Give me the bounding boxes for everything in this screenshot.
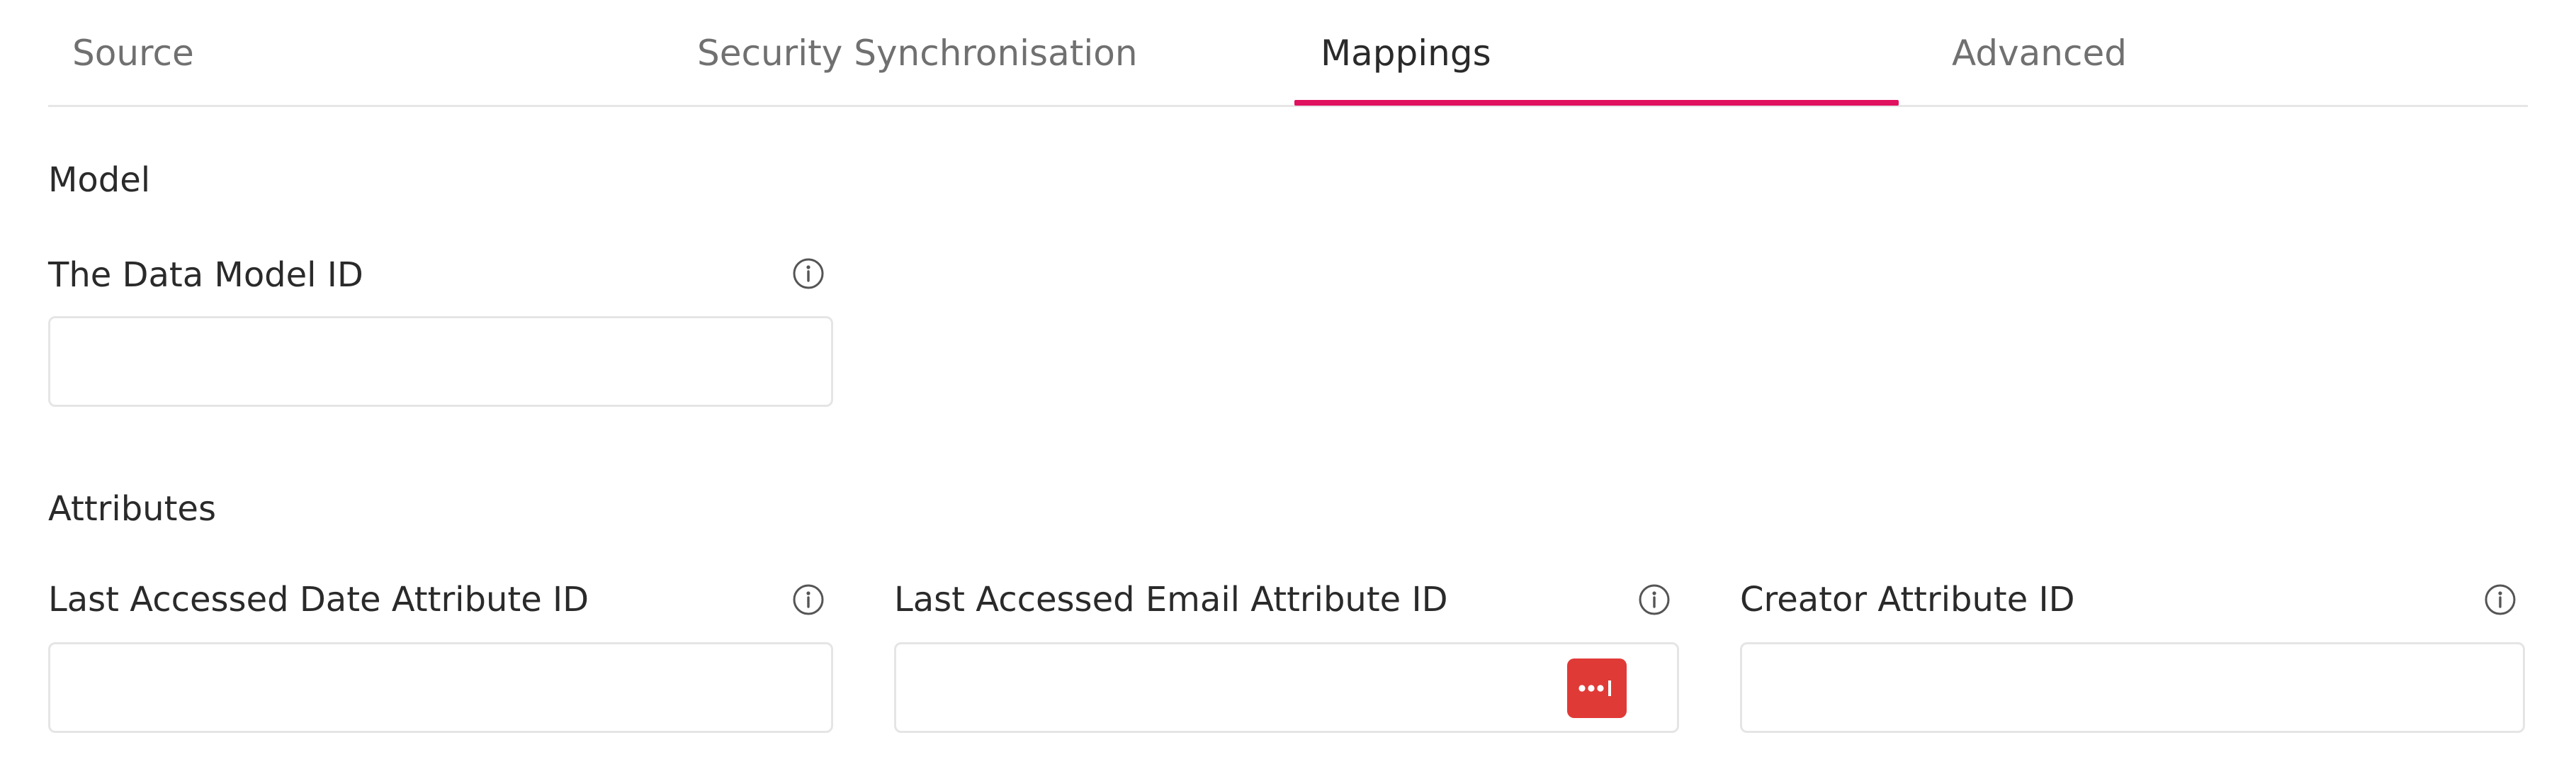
info-icon[interactable] — [792, 583, 825, 616]
info-icon[interactable] — [1638, 583, 1671, 616]
creator-attribute-label: Creator Attribute ID — [1740, 580, 2075, 620]
tab-mappings[interactable]: Mappings — [1321, 28, 1491, 78]
info-icon[interactable] — [2484, 583, 2516, 616]
settings-page: Source Security Synchronisation Mappings… — [0, 0, 2576, 779]
password-manager-icon[interactable] — [1567, 658, 1627, 718]
last-accessed-date-label: Last Accessed Date Attribute ID — [48, 580, 589, 620]
info-icon[interactable] — [792, 257, 825, 290]
active-tab-indicator — [1294, 100, 1899, 106]
data-model-id-input[interactable] — [48, 316, 833, 407]
data-model-id-label: The Data Model ID — [48, 255, 363, 295]
model-section-heading: Model — [48, 160, 151, 200]
creator-attribute-input[interactable] — [1740, 642, 2525, 733]
tab-bar: Source Security Synchronisation Mappings… — [48, 0, 2528, 107]
last-accessed-date-input[interactable] — [48, 642, 833, 733]
tab-advanced[interactable]: Advanced — [1952, 28, 2127, 78]
attributes-section-heading: Attributes — [48, 489, 216, 529]
last-accessed-email-label: Last Accessed Email Attribute ID — [894, 580, 1448, 620]
tab-source[interactable]: Source — [72, 28, 194, 78]
tab-security-synchronisation[interactable]: Security Synchronisation — [697, 28, 1138, 78]
last-accessed-email-input[interactable] — [894, 642, 1679, 733]
